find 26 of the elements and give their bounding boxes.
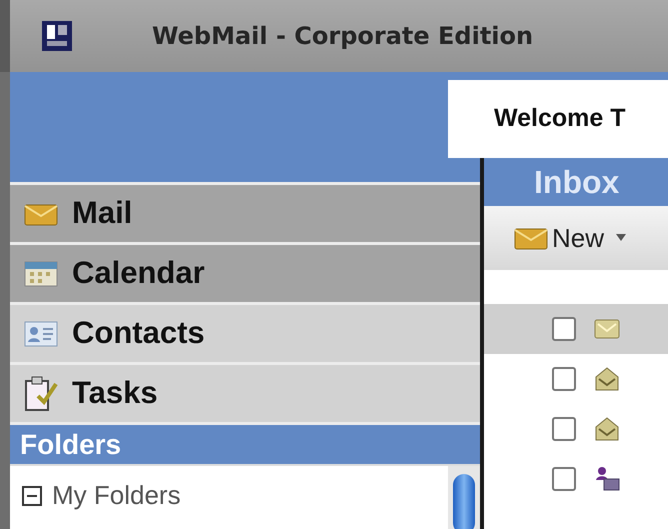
scrollbar[interactable] [448, 466, 480, 529]
address-card-icon [24, 320, 58, 346]
open-envelope-icon [594, 367, 620, 391]
checkbox[interactable] [552, 417, 576, 441]
inbox-header: Inbox [484, 158, 668, 206]
open-envelope-icon [594, 417, 620, 441]
nav-item[interactable]: Tasks [10, 362, 480, 422]
app-logo-icon [42, 21, 72, 51]
clipboard-icon [24, 376, 58, 412]
checkbox[interactable] [552, 367, 576, 391]
checkbox[interactable] [552, 317, 576, 341]
envelope-with-person-icon [594, 466, 620, 492]
envelope-icon [594, 318, 620, 340]
calendar-icon [24, 260, 58, 286]
nav-item[interactable]: Calendar [10, 242, 480, 302]
collapse-icon[interactable] [22, 486, 42, 506]
message-row[interactable] [484, 304, 668, 354]
nav-item[interactable]: Contacts [10, 302, 480, 362]
nav-item[interactable]: Mail [10, 182, 480, 242]
welcome-banner: Welcome T [448, 80, 668, 158]
window-title: WebMail - Corporate Edition [152, 21, 534, 52]
dropdown-caret-icon[interactable] [616, 234, 626, 242]
scrollbar-thumb[interactable] [453, 474, 475, 529]
envelope-icon [514, 226, 548, 250]
checkbox[interactable] [552, 467, 576, 491]
envelope-icon [24, 202, 58, 226]
